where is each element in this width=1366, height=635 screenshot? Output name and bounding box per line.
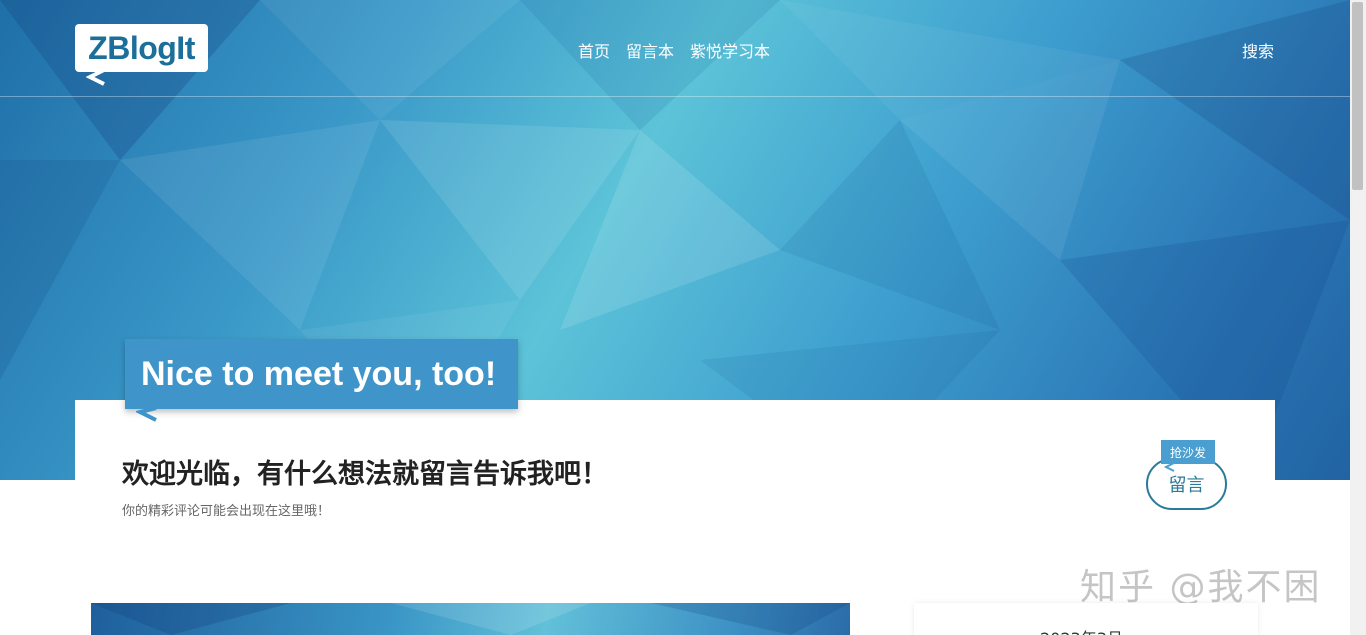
search-link[interactable]: 搜索	[1242, 38, 1274, 62]
badge-tail-icon	[1164, 462, 1175, 472]
thumbnail-polygon-pattern	[91, 603, 850, 635]
archive-title[interactable]: 2023年3月	[1040, 625, 1123, 635]
post-thumbnail-image[interactable]	[91, 603, 850, 635]
sofa-badge: 抢沙发	[1161, 440, 1215, 464]
site-header: ZBlogIt 首页 留言本 紫悦学习本 搜索	[0, 0, 1350, 97]
site-logo[interactable]: ZBlogIt	[75, 24, 208, 72]
comment-button-label: 留言	[1168, 475, 1205, 496]
nav-item-guestbook[interactable]: 留言本	[626, 38, 674, 62]
hero-banner: Nice to meet you, too!	[125, 339, 518, 409]
page-title: 欢迎光临，有什么想法就留言告诉我吧！	[122, 459, 608, 490]
nav-item-home[interactable]: 首页	[578, 38, 610, 62]
banner-speech-tail-icon	[136, 406, 157, 422]
scrollbar-thumb[interactable]	[1352, 2, 1363, 190]
leave-comment-button[interactable]: 留言	[1146, 458, 1227, 510]
logo-text: ZBlogIt	[88, 29, 195, 66]
nav-item-study-notes[interactable]: 紫悦学习本	[690, 38, 770, 62]
sidebar-archive-widget: 2023年3月	[914, 603, 1258, 635]
banner-title: Nice to meet you, too!	[141, 354, 497, 393]
main-nav: 首页 留言本 紫悦学习本	[578, 38, 770, 62]
page-subtitle: 你的精彩评论可能会出现在这里哦！	[122, 504, 331, 519]
logo-speech-tail-icon	[86, 68, 105, 86]
